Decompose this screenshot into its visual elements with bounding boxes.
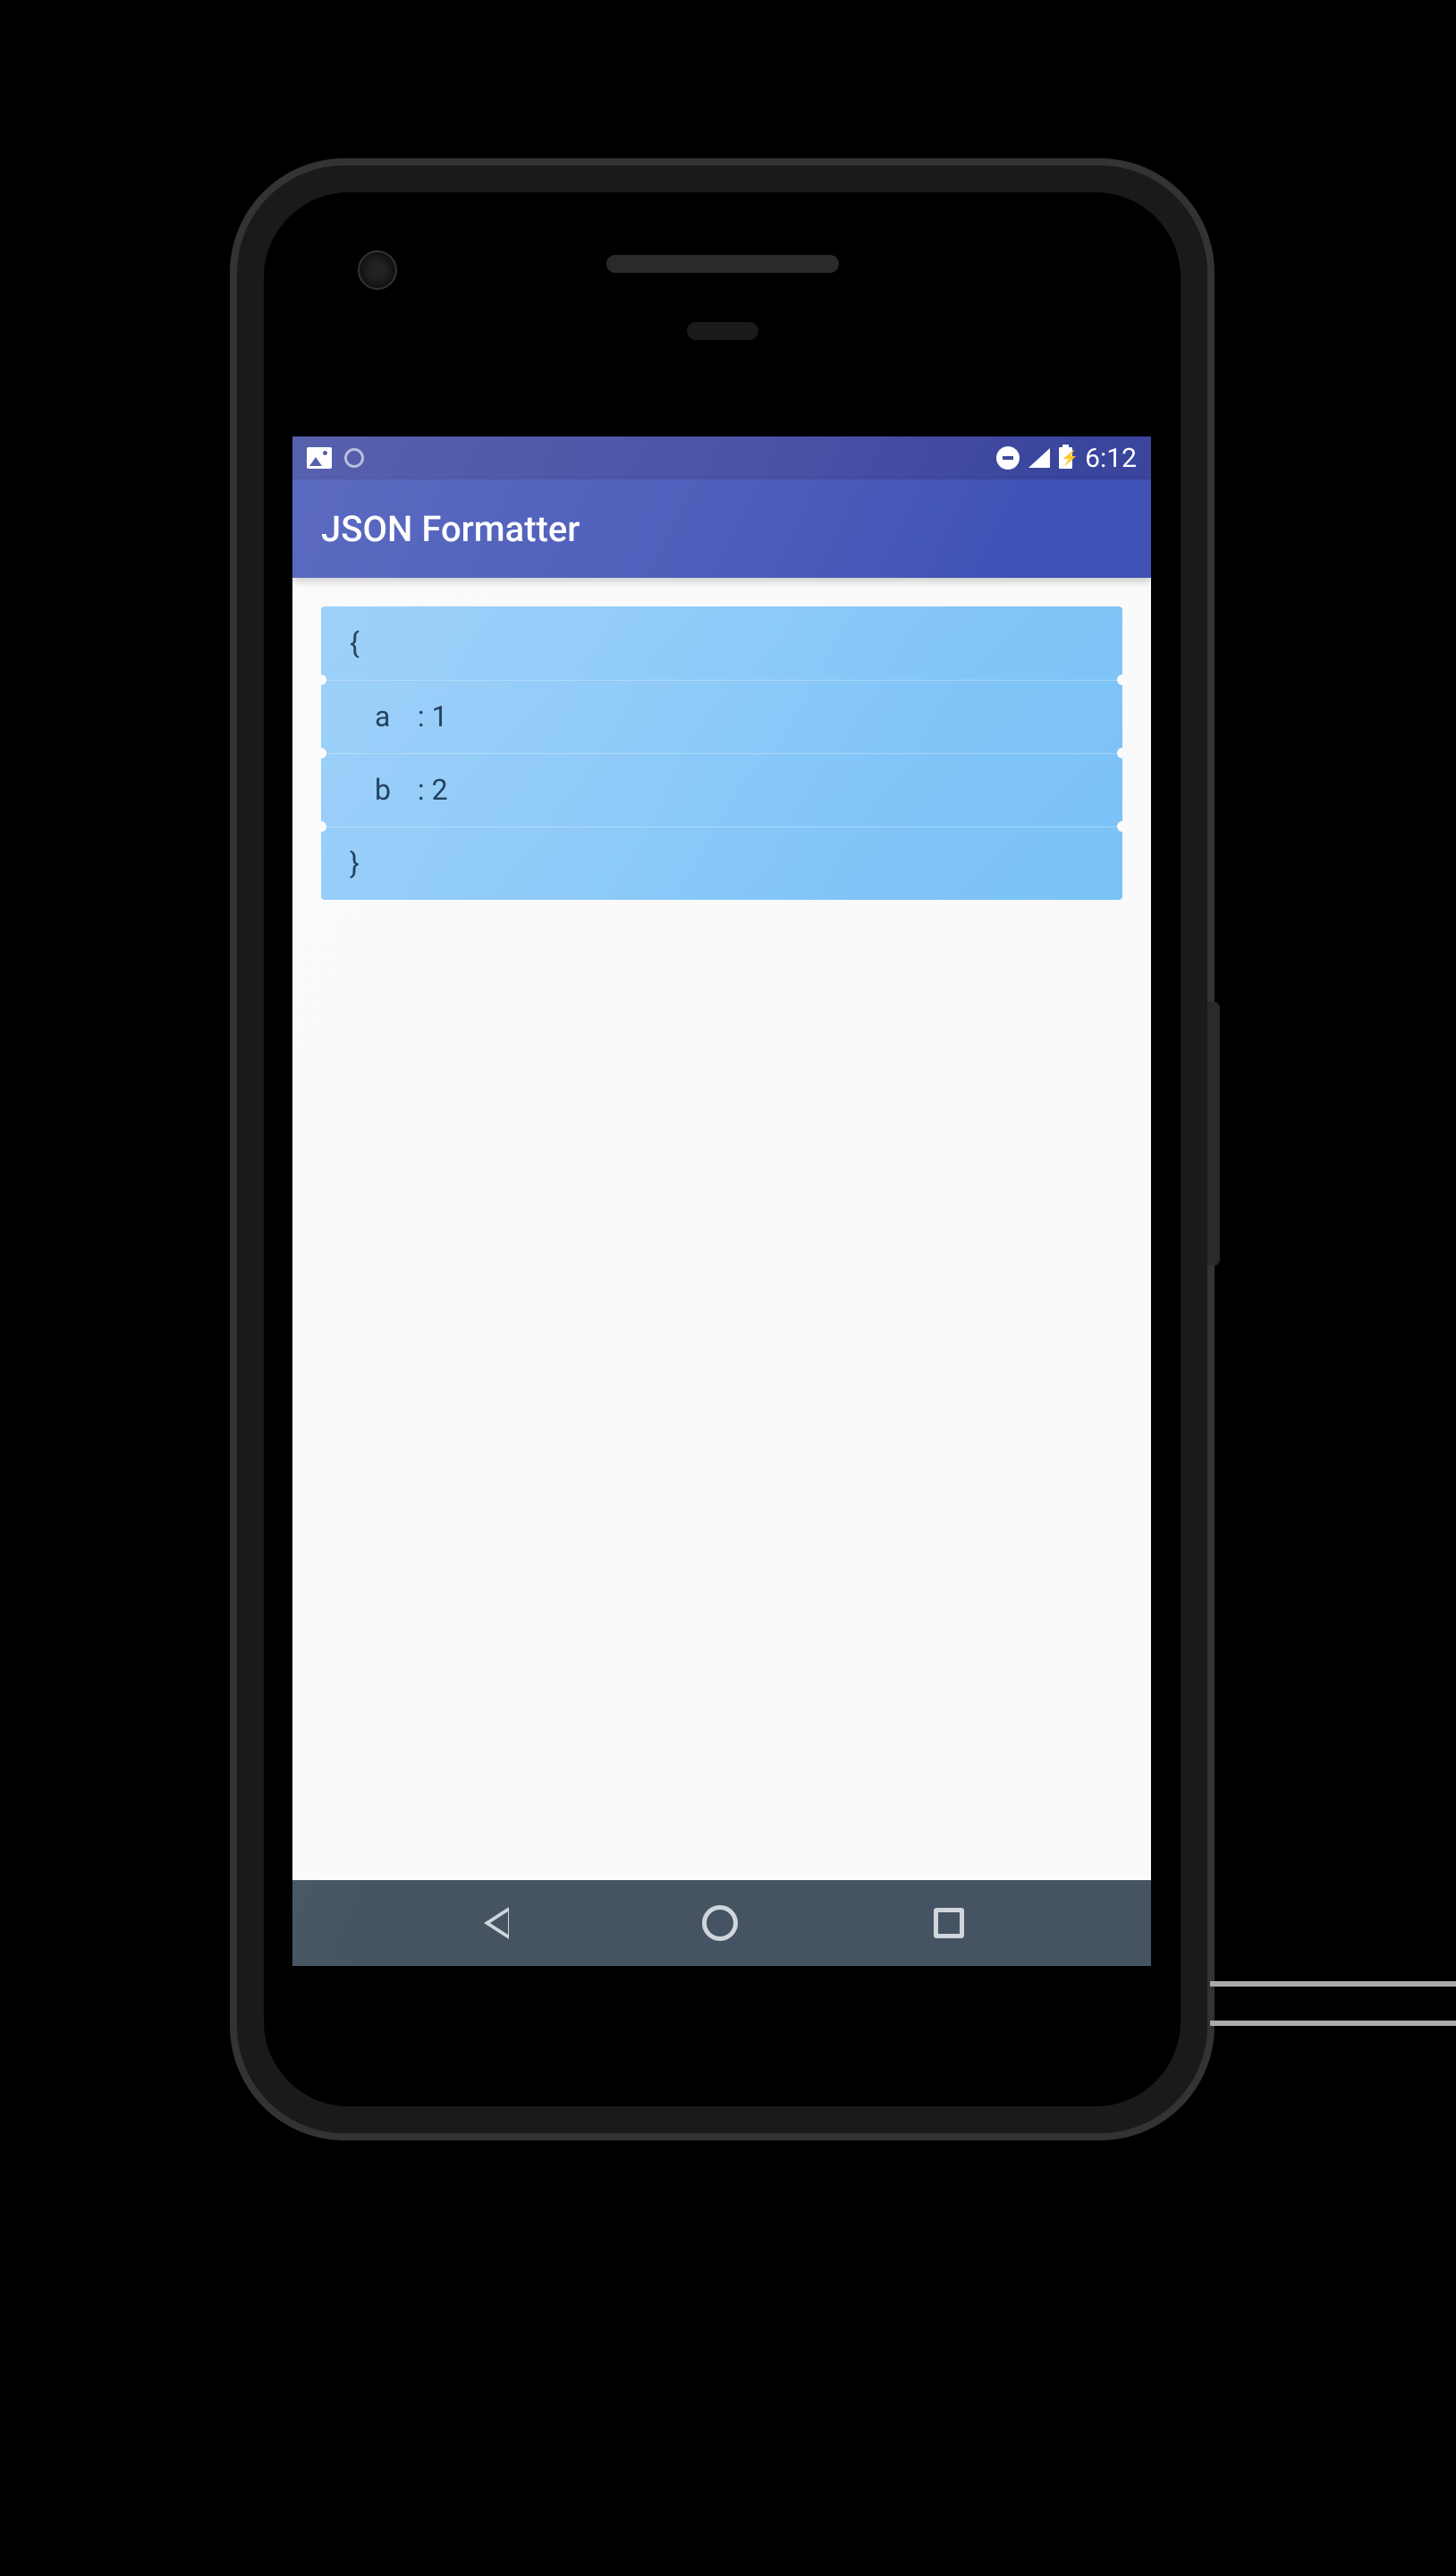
json-brace-open: { [350,626,360,660]
json-key: b [375,773,411,807]
app-title: JSON Formatter [321,508,580,550]
home-button[interactable] [702,1905,738,1941]
phone-device-frame: 6:12 JSON Formatter { a : 1 [237,165,1207,2133]
back-button[interactable] [479,1907,506,1939]
image-notification-icon [307,447,332,469]
status-bar-clock: 6:12 [1085,443,1137,474]
status-bar[interactable]: 6:12 [292,436,1151,479]
json-key: a [375,699,411,733]
json-line: { [321,606,1122,680]
cable-connector [1210,1981,1456,2026]
json-line: b : 2 [321,753,1122,826]
content-area: { a : 1 b : 2 } [292,578,1151,928]
json-separator: : [418,773,425,807]
json-separator: : [418,699,425,733]
do-not-disturb-icon [996,446,1020,470]
earpiece-speaker [606,255,839,273]
navigation-bar [292,1880,1151,1966]
json-value: 1 [432,699,448,733]
battery-charging-icon [1059,447,1072,469]
proximity-sensor [687,322,758,340]
json-line: a : 1 [321,680,1122,753]
json-line: } [321,826,1122,900]
status-bar-system: 6:12 [996,443,1137,474]
loading-notification-icon [344,448,364,468]
json-brace-close: } [350,846,360,880]
power-button[interactable] [1207,1002,1220,1266]
cellular-signal-icon [1029,448,1050,468]
json-output-card[interactable]: { a : 1 b : 2 } [321,606,1122,900]
device-screen: 6:12 JSON Formatter { a : 1 [292,436,1151,1966]
status-bar-notifications [307,447,364,469]
app-bar: JSON Formatter [292,479,1151,578]
json-value: 2 [432,773,448,807]
recent-apps-button[interactable] [934,1908,964,1938]
front-camera [358,250,397,290]
